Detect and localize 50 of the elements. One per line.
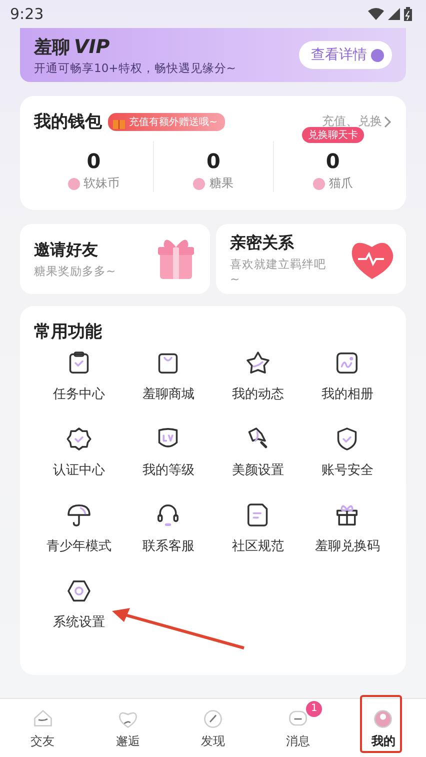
feature-item[interactable]: 联系客服: [124, 501, 213, 555]
count-badge: 1: [306, 701, 322, 717]
tab-item[interactable]: 发现: [170, 699, 256, 757]
card-title: 亲密关系: [230, 232, 295, 254]
promo-card[interactable]: 亲密关系 喜欢就建立羁绊吧~: [216, 224, 406, 294]
vip-title: 羞聊: [34, 36, 70, 58]
feature-item[interactable]: 社区规范: [213, 501, 302, 555]
feature-item[interactable]: 青少年模式: [34, 501, 124, 555]
section-title: 常用功能: [34, 321, 103, 343]
promo-tag: 充值有额外赠送哦~: [108, 112, 226, 130]
feature-item[interactable]: 羞聊兑换码: [302, 501, 392, 555]
badge-icon: [64, 425, 93, 453]
battery-icon: [404, 7, 412, 21]
highlight-frame: [360, 695, 402, 753]
feature-item[interactable]: 任务中心: [34, 349, 124, 403]
coin-icon: [193, 178, 206, 190]
balance-value: 0: [86, 149, 101, 173]
tooltip-badge: 兑换聊天卡: [302, 127, 364, 143]
vip-label: VIP: [74, 36, 110, 58]
tab-item[interactable]: 交友: [0, 699, 86, 757]
feature-item[interactable]: 系统设置: [34, 577, 124, 631]
feature-item[interactable]: 我的相册: [302, 349, 392, 403]
tab-item[interactable]: 邂逅: [85, 699, 170, 757]
balance-label: 猫爪: [328, 175, 353, 192]
feature-item[interactable]: 我的等级: [124, 425, 213, 479]
feature-item[interactable]: 认证中心: [34, 425, 124, 479]
status-time: 9:23: [10, 5, 44, 23]
feature-item[interactable]: 美颜设置: [213, 425, 302, 479]
card-subtitle: 糖果奖励多多~: [34, 264, 117, 278]
vip-subtitle: 开通可畅享10+特权，畅快遇见缘分~: [34, 60, 236, 76]
balance-value: 0: [326, 149, 340, 173]
promo-card[interactable]: 邀请好友 糖果奖励多多~: [20, 224, 210, 294]
balance-label: 糖果: [209, 175, 234, 192]
details-button[interactable]: 查看详情: [299, 41, 392, 69]
card-title: 邀请好友: [34, 240, 99, 260]
chevron-icon: [384, 116, 392, 128]
coin-icon: [312, 178, 325, 190]
vip-banner[interactable]: 羞聊 VIP 开通可畅享10+特权，畅快遇见缘分~ 查看详情: [20, 28, 406, 82]
tab-item[interactable]: 我的: [340, 699, 426, 757]
card-subtitle: 喜欢就建立羁绊吧~: [230, 256, 326, 286]
wifi-icon: [368, 8, 384, 20]
wallet-title: 我的钱包: [34, 111, 102, 133]
feature-item[interactable]: 账号安全: [302, 425, 392, 479]
coin-icon: [68, 178, 80, 190]
feature-item[interactable]: 羞聊商城: [124, 349, 213, 403]
feature-item[interactable]: 我的动态: [213, 349, 302, 403]
balance-label: 软妹币: [84, 175, 120, 192]
tab-item[interactable]: 消息 1: [256, 699, 341, 757]
balance-value: 0: [206, 149, 220, 173]
signal-icon: [388, 8, 400, 20]
